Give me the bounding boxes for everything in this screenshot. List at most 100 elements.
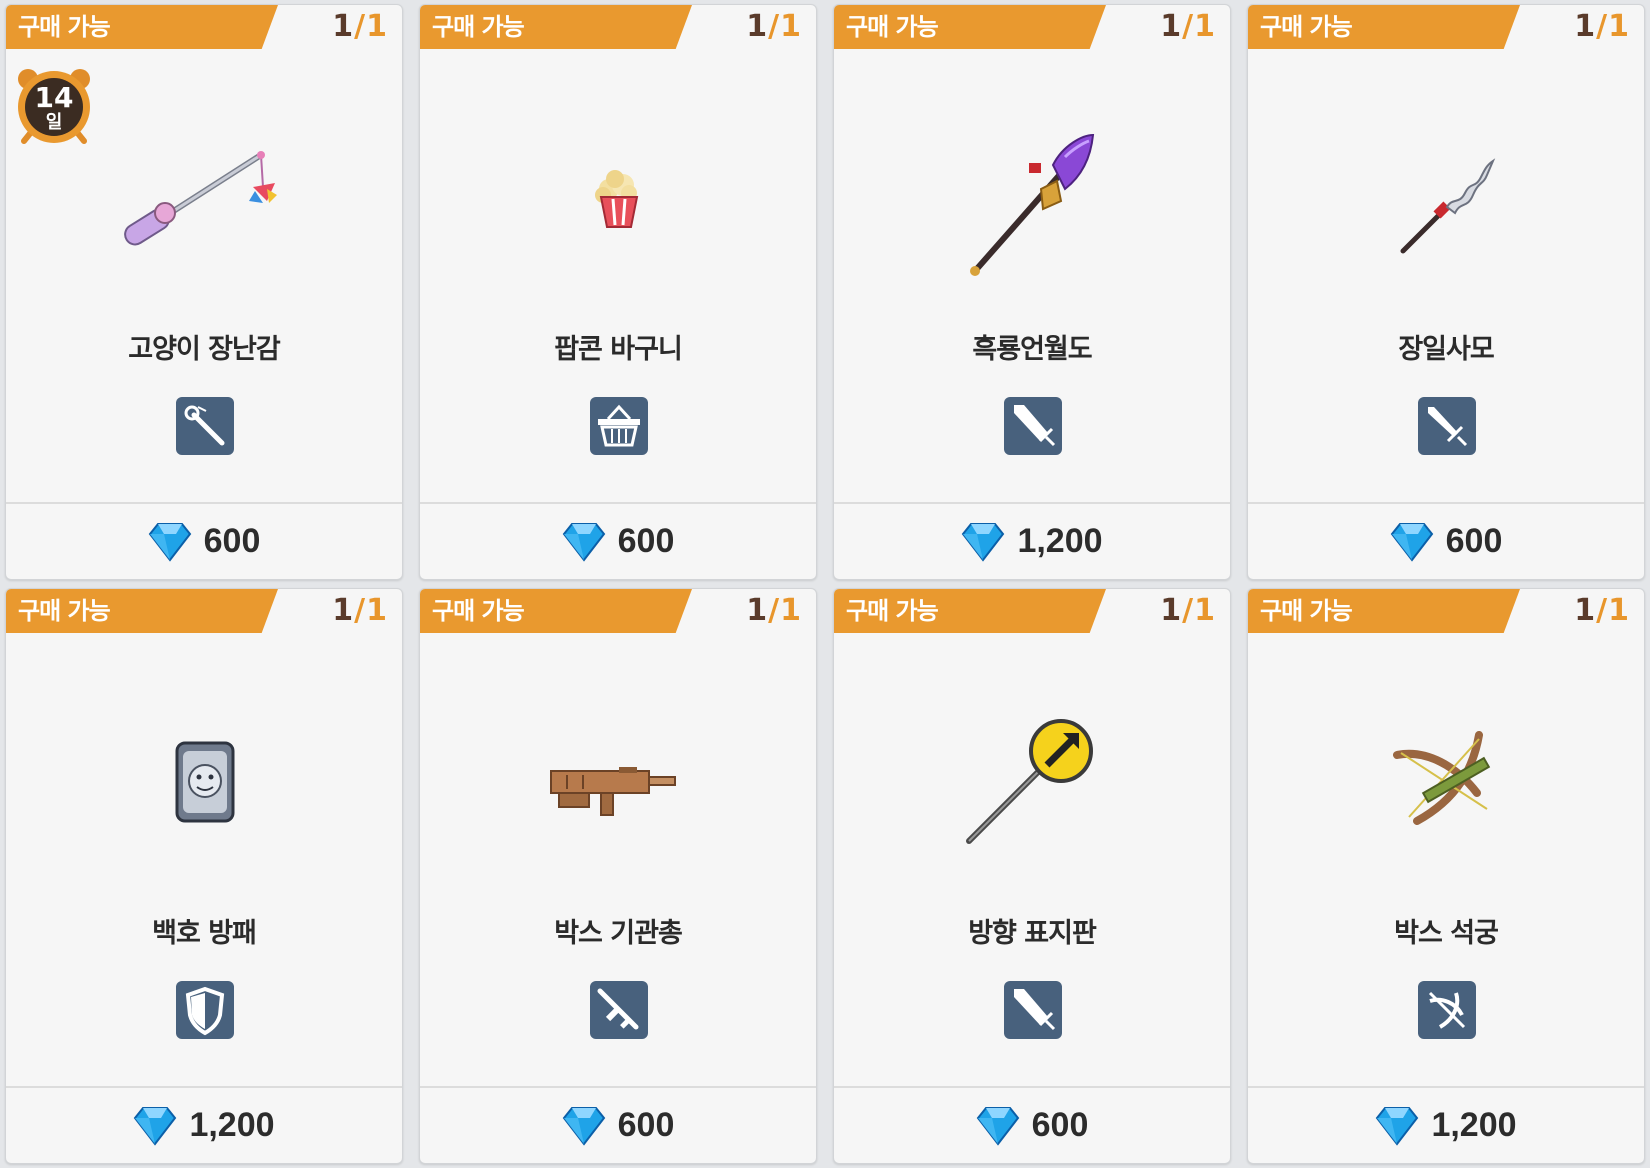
count-max: 1 <box>780 593 802 628</box>
item-card-direction-sign[interactable]: 구매 가능 1/1 방향 표지판 600 <box>833 588 1231 1164</box>
count-current: 1 <box>746 593 769 628</box>
price-value: 600 <box>617 1106 675 1144</box>
timer-days: 14 <box>34 81 74 114</box>
count-separator: / <box>354 593 367 628</box>
availability-badge: 구매 가능 <box>420 5 692 49</box>
count-max: 1 <box>1608 9 1630 44</box>
price-value: 600 <box>617 522 675 560</box>
availability-badge: 구매 가능 <box>6 5 278 49</box>
crossbow-icon <box>1428 991 1466 1029</box>
count-max: 1 <box>1194 9 1216 44</box>
item-type-badge <box>1418 397 1476 455</box>
purchase-limit: 1/1 <box>746 593 802 629</box>
item-name: 팝콘 바구니 <box>554 334 683 365</box>
purchase-limit: 1/1 <box>1160 593 1216 629</box>
price-value: 600 <box>1031 1106 1089 1144</box>
count-max: 1 <box>1194 593 1216 628</box>
item-name: 고양이 장난감 <box>128 334 280 365</box>
item-name: 흑룡언월도 <box>972 334 1092 365</box>
basket-icon <box>598 404 640 447</box>
count-current: 1 <box>1574 9 1597 44</box>
price-row: 1,200 <box>1248 1088 1644 1163</box>
count-current: 1 <box>1574 593 1597 628</box>
availability-badge: 구매 가능 <box>420 589 692 633</box>
item-type-badge <box>590 397 648 455</box>
shop-item-grid: 구매 가능 1/1 14 일 고양이 장난감 600 구매 가능 1/1 팝콘 … <box>0 0 1650 1168</box>
item-card-box-machine-gun[interactable]: 구매 가능 1/1 박스 기관총 600 <box>419 588 817 1164</box>
blue-diamond-icon <box>562 522 605 562</box>
price-value: 1,200 <box>1017 522 1103 560</box>
purchase-limit: 1/1 <box>746 9 802 45</box>
item-card-white-tiger-shield[interactable]: 구매 가능 1/1 백호 방패 1,200 <box>5 588 403 1164</box>
price-row: 600 <box>420 504 816 579</box>
item-name: 박스 기관총 <box>554 918 683 949</box>
count-current: 1 <box>332 593 355 628</box>
availability-badge: 구매 가능 <box>834 589 1106 633</box>
price-value: 1,200 <box>1431 1106 1517 1144</box>
count-current: 1 <box>1160 9 1183 44</box>
item-card-serpent-spear[interactable]: 구매 가능 1/1 장일사모 600 <box>1247 4 1645 580</box>
blue-diamond-icon <box>562 1106 605 1146</box>
price-row: 600 <box>834 1088 1230 1163</box>
purchase-limit: 1/1 <box>1574 593 1630 629</box>
count-max: 1 <box>366 9 388 44</box>
greatsword-icon <box>1014 989 1056 1031</box>
price-row: 1,200 <box>6 1088 402 1163</box>
serpent-spear-icon <box>1400 158 1496 254</box>
count-max: 1 <box>1608 593 1630 628</box>
count-separator: / <box>1182 9 1195 44</box>
popcorn-bucket-icon <box>595 170 639 228</box>
white-tiger-shield-icon <box>175 741 235 823</box>
item-card-glaive[interactable]: 구매 가능 1/1 흑룡언월도 1,200 <box>833 4 1231 580</box>
purchase-limit: 1/1 <box>332 593 388 629</box>
availability-badge: 구매 가능 <box>1248 5 1520 49</box>
purchase-limit: 1/1 <box>1160 9 1216 45</box>
blue-diamond-icon <box>1376 1106 1419 1146</box>
count-separator: / <box>1596 9 1609 44</box>
item-type-badge <box>1004 981 1062 1039</box>
blue-diamond-icon <box>148 522 191 562</box>
item-card-box-crossbow[interactable]: 구매 가능 1/1 박스 석궁 1,200 <box>1247 588 1645 1164</box>
count-separator: / <box>1182 593 1195 628</box>
blue-diamond-icon <box>962 522 1005 562</box>
item-name: 백호 방패 <box>152 918 257 949</box>
glaive-icon <box>970 133 1095 276</box>
price-row: 600 <box>420 1088 816 1163</box>
rifle-icon <box>597 988 639 1030</box>
price-value: 600 <box>203 522 261 560</box>
box-crossbow-icon <box>1393 731 1491 825</box>
count-current: 1 <box>746 9 769 44</box>
count-separator: / <box>354 9 367 44</box>
item-card-popcorn-basket[interactable]: 구매 가능 1/1 팝콘 바구니 600 <box>419 4 817 580</box>
count-max: 1 <box>366 593 388 628</box>
count-current: 1 <box>1160 593 1183 628</box>
item-type-badge <box>1004 397 1062 455</box>
sword-icon <box>1428 407 1468 447</box>
item-type-badge <box>1418 981 1476 1039</box>
purchase-limit: 1/1 <box>332 9 388 45</box>
count-max: 1 <box>780 9 802 44</box>
availability-badge: 구매 가능 <box>1248 589 1520 633</box>
count-separator: / <box>768 593 781 628</box>
greatsword-icon <box>1014 405 1056 447</box>
item-card-cat-toy[interactable]: 구매 가능 1/1 14 일 고양이 장난감 600 <box>5 4 403 580</box>
shield-icon <box>185 986 225 1036</box>
timer-unit: 일 <box>45 112 63 133</box>
fishing-rod-icon <box>184 405 225 446</box>
blue-diamond-icon <box>976 1106 1019 1146</box>
price-value: 600 <box>1445 522 1503 560</box>
availability-badge: 구매 가능 <box>834 5 1106 49</box>
box-machine-gun-icon <box>550 767 676 816</box>
item-type-badge <box>176 981 234 1039</box>
item-type-badge <box>176 397 234 455</box>
count-separator: / <box>1596 593 1609 628</box>
count-separator: / <box>768 9 781 44</box>
timer-badge: 14 일 <box>14 65 94 145</box>
price-value: 1,200 <box>189 1106 275 1144</box>
blue-diamond-icon <box>134 1106 177 1146</box>
item-name: 장일사모 <box>1398 334 1494 365</box>
item-name: 방향 표지판 <box>968 918 1097 949</box>
purchase-limit: 1/1 <box>1574 9 1630 45</box>
direction-sign-icon <box>966 719 1093 844</box>
price-row: 1,200 <box>834 504 1230 579</box>
